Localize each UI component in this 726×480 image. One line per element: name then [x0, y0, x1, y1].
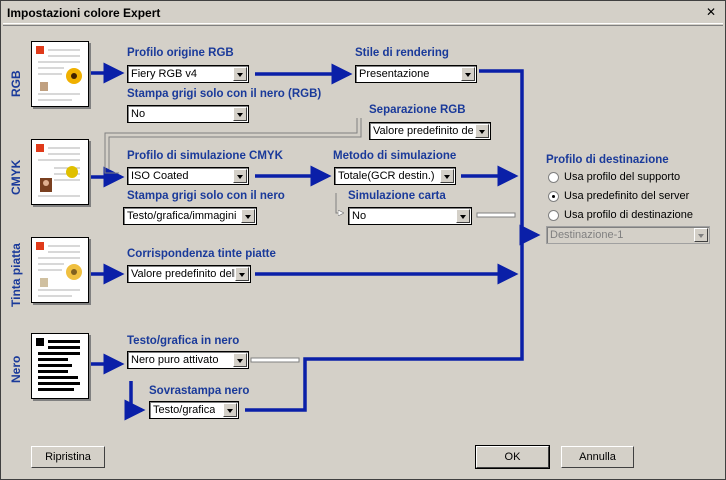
cmyk-sim-profile-value: ISO Coated	[131, 170, 189, 182]
section-cmyk-label: CMYK	[9, 159, 23, 195]
black-text-select[interactable]: Nero puro attivato	[127, 351, 249, 369]
chevron-down-icon[interactable]	[241, 209, 255, 223]
chevron-down-icon[interactable]	[233, 107, 247, 121]
cmyk-gray-black-select[interactable]: Testo/grafica/immagini	[123, 207, 257, 225]
reset-button-label: Ripristina	[45, 451, 91, 463]
cancel-button-label: Annulla	[579, 451, 616, 463]
chevron-down-icon[interactable]	[233, 353, 247, 367]
black-overprint-select[interactable]: Testo/grafica	[149, 401, 239, 419]
spot-match-value: Valore predefinito dell	[131, 268, 235, 280]
radio-label: Usa predefinito del server	[564, 190, 690, 202]
spot-match-select[interactable]: Valore predefinito dell	[127, 265, 251, 283]
paper-sim-label: Simulazione carta	[348, 190, 446, 202]
rgb-gray-black-label: Stampa grigi solo con il nero (RGB)	[127, 88, 322, 100]
rgb-separation-label: Separazione RGB	[369, 104, 466, 116]
rgb-gray-black-value: No	[131, 108, 146, 120]
cmyk-gray-black-value: Testo/grafica/immagini	[127, 210, 237, 222]
radio-button[interactable]	[548, 209, 559, 221]
reset-button[interactable]: Ripristina	[31, 446, 105, 468]
sim-method-label: Metodo di simulazione	[333, 150, 457, 162]
cmyk-gray-black-label: Stampa grigi solo con il nero	[127, 190, 285, 202]
black-document-text-icon	[31, 333, 89, 399]
ok-button-label: OK	[504, 451, 521, 463]
section-spot-label: Tinta piatta	[9, 243, 23, 307]
spot-match-label: Corrispondenza tinte piatte	[127, 248, 276, 260]
chevron-down-icon[interactable]	[461, 67, 475, 81]
sim-method-select[interactable]: Totale(GCR destin.)	[334, 167, 456, 185]
black-overprint-value: Testo/grafica	[153, 404, 216, 416]
rgb-source-profile-select[interactable]: Fiery RGB v4	[127, 65, 249, 83]
section-black-label: Nero	[9, 355, 23, 383]
rgb-document-sunflower-icon	[31, 41, 89, 107]
section-rgb-label: RGB	[9, 70, 23, 97]
chevron-down-icon[interactable]	[440, 169, 454, 183]
paper-sim-select[interactable]: No	[348, 207, 472, 225]
radio-button-selected[interactable]	[548, 190, 559, 202]
spot-document-sunflower-icon	[31, 237, 89, 303]
radio-use-destination-profile[interactable]: Usa profilo di destinazione	[548, 209, 693, 221]
rgb-separation-value: Valore predefinito del	[373, 125, 473, 137]
destination-profile-select[interactable]: Destinazione-1	[546, 226, 710, 244]
rendering-style-value: Presentazione	[359, 68, 430, 80]
rgb-source-profile-value: Fiery RGB v4	[131, 68, 198, 80]
radio-label: Usa profilo del supporto	[564, 171, 681, 183]
expert-color-settings-window: Impostazioni colore Expert ✕ RGB CMYK Ti…	[0, 0, 726, 480]
chevron-down-icon[interactable]	[233, 67, 247, 81]
destination-profile-value: Destinazione-1	[550, 229, 624, 241]
black-overprint-label: Sovrastampa nero	[149, 385, 250, 397]
rgb-gray-black-select[interactable]: No	[127, 105, 249, 123]
radio-use-server-default[interactable]: Usa predefinito del server	[548, 190, 689, 202]
cmyk-sim-profile-select[interactable]: ISO Coated	[127, 167, 249, 185]
chevron-down-icon[interactable]	[475, 124, 489, 138]
chevron-down-icon[interactable]	[223, 403, 237, 417]
cmyk-sim-profile-label: Profilo di simulazione CMYK	[127, 150, 283, 162]
cmyk-document-portrait-icon	[31, 139, 89, 205]
rgb-source-profile-label: Profilo origine RGB	[127, 47, 234, 59]
rgb-separation-select[interactable]: Valore predefinito del	[369, 122, 491, 140]
radio-button[interactable]	[548, 171, 559, 183]
radio-use-media-profile[interactable]: Usa profilo del supporto	[548, 171, 680, 183]
chevron-down-icon[interactable]	[456, 209, 470, 223]
chevron-down-icon[interactable]	[233, 169, 247, 183]
chevron-down-icon[interactable]	[235, 267, 249, 281]
sim-method-value: Totale(GCR destin.)	[338, 170, 435, 182]
black-text-label: Testo/grafica in nero	[127, 335, 240, 347]
rendering-style-label: Stile di rendering	[355, 47, 449, 59]
destination-profile-label: Profilo di destinazione	[546, 154, 669, 166]
rendering-style-select[interactable]: Presentazione	[355, 65, 477, 83]
chevron-down-icon[interactable]	[694, 228, 708, 242]
black-text-value: Nero puro attivato	[131, 354, 219, 366]
paper-sim-value: No	[352, 210, 367, 222]
ok-button[interactable]: OK	[475, 445, 550, 469]
cancel-button[interactable]: Annulla	[561, 446, 634, 468]
radio-label: Usa profilo di destinazione	[564, 209, 694, 221]
